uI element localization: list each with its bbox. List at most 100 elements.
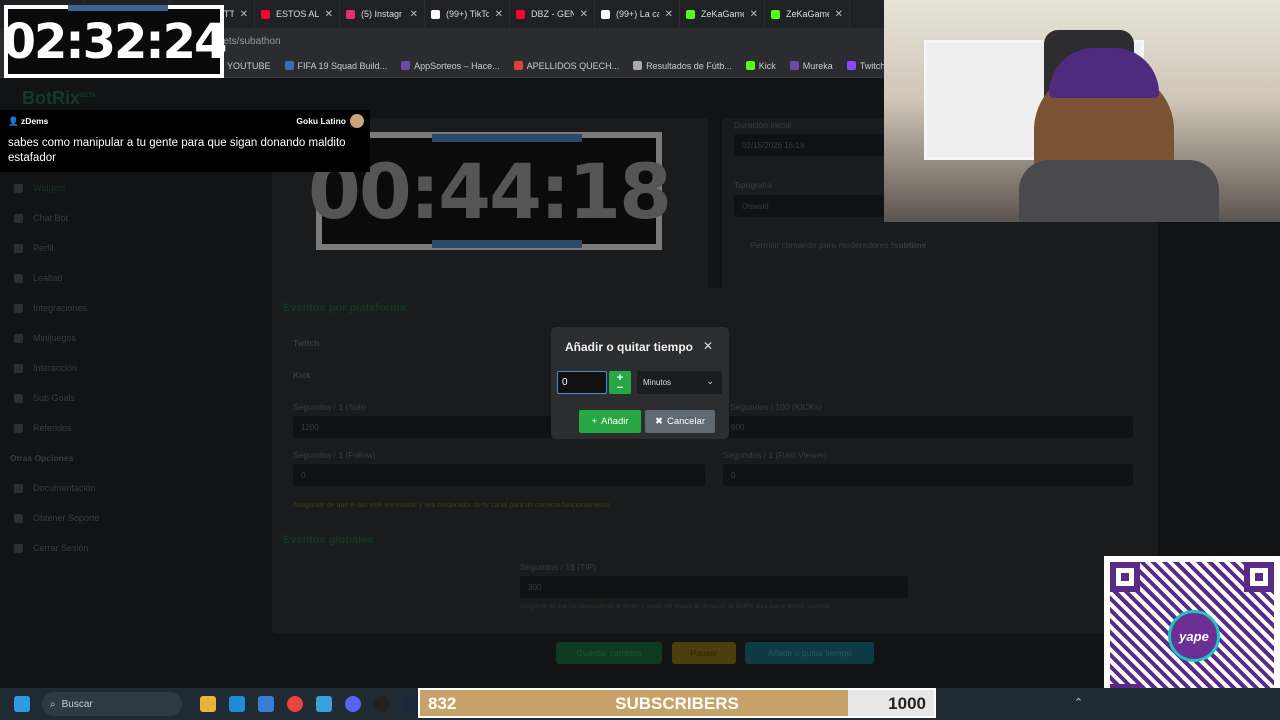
close-icon[interactable]: ✕ — [325, 9, 333, 20]
sidebar-item[interactable]: Cerrar Sesión — [0, 533, 260, 563]
webcam-shirt — [1019, 160, 1219, 222]
bot-warning: Asegúrate de que el bot esté encendido y… — [293, 502, 612, 509]
sidebar-item-label: Sub Goals — [33, 393, 76, 403]
cancel-button[interactable]: ✖ Cancelar — [645, 410, 715, 433]
browser-tab[interactable]: ZeKaGame ✕ — [765, 0, 850, 28]
chat-overlay: 👤 zDems Goku Latino sabes como manipular… — [0, 110, 370, 172]
plus-icon[interactable]: + — [617, 372, 623, 383]
qr-finder — [1110, 562, 1140, 592]
browser-tab[interactable]: ESTOS AL ✕ — [255, 0, 340, 28]
typography-select[interactable]: Oswald — [734, 195, 884, 217]
sidebar-item[interactable]: Chat Bot — [0, 203, 260, 233]
bookmark-item[interactable]: Twitch — [846, 61, 884, 71]
tip-seconds-input[interactable]: 300 — [520, 576, 908, 598]
tray-chevron-icon[interactable]: ⌃ — [1074, 696, 1083, 709]
timer-bar-bottom — [432, 240, 582, 248]
bookmark-item[interactable]: Resultados de Fútb... — [633, 61, 732, 71]
sidebar-item[interactable]: Referidos — [0, 413, 260, 443]
close-icon[interactable]: ✕ — [240, 9, 248, 20]
browser-tab[interactable]: ZeKaGame ✕ — [680, 0, 765, 28]
twitch-section[interactable]: Twitch — [293, 338, 319, 348]
raid-seconds-label: Segundos / 1 (Raid Viewer) — [723, 450, 827, 460]
cancel-button-label: Cancelar — [666, 416, 705, 427]
sidebar-item[interactable]: Minijuegos — [0, 323, 260, 353]
subs-goal: 1000 — [888, 694, 926, 713]
close-icon[interactable]: ✕ — [750, 9, 758, 20]
save-changes-button[interactable]: Guardar cambios — [556, 642, 662, 664]
chat-message: sabes como manipular a tu gente para que… — [8, 137, 346, 164]
chrome-icon[interactable] — [287, 696, 303, 712]
typography-label: Tipografía — [734, 180, 772, 190]
close-icon[interactable]: ✕ — [410, 9, 418, 20]
chat-user: 👤 zDems — [8, 116, 49, 126]
add-remove-time-button[interactable]: Añadir o quitar tiempo — [745, 642, 874, 664]
sidebar-item[interactable]: Documentación — [0, 473, 260, 503]
raid-seconds-input[interactable]: 0 — [723, 464, 1133, 486]
notepad-icon[interactable] — [316, 696, 332, 712]
steam-icon[interactable] — [403, 696, 419, 712]
sidebar-item-icon — [14, 423, 23, 433]
sidebar-item-label: Obtener Soporte — [33, 513, 100, 523]
initial-duration-input[interactable]: 02/15/2026 15:19 — [734, 134, 884, 156]
tab-favicon-icon — [431, 9, 440, 19]
windows-start-icon[interactable] — [14, 696, 30, 712]
tab-favicon-icon — [346, 9, 355, 19]
browser-tab[interactable]: (99+) La ca ✕ — [595, 0, 680, 28]
pause-button[interactable]: Pausar — [672, 642, 736, 664]
add-button[interactable]: + Añadir — [579, 410, 641, 433]
edge-icon[interactable] — [229, 696, 245, 712]
sidebar-item[interactable]: Obtener Soporte — [0, 503, 260, 533]
sidebar-item-label: Cerrar Sesión — [33, 543, 89, 553]
bookmark-item[interactable]: FIFA 19 Squad Build... — [284, 61, 387, 71]
browser-tab[interactable]: DBZ - GEN ✕ — [510, 0, 595, 28]
discord-icon[interactable] — [345, 696, 361, 712]
bookmark-item[interactable]: Kick — [745, 61, 776, 71]
taskbar-search[interactable]: ⌕ Buscar — [42, 692, 182, 716]
kick-section[interactable]: Kick — [293, 370, 311, 380]
browser-tab[interactable]: (5) Instagr ✕ — [340, 0, 425, 28]
sidebar-item[interactable]: Interacción — [0, 353, 260, 383]
sidebar-item-label: Interacción — [33, 363, 78, 373]
sidebar-item-icon — [14, 243, 23, 253]
tab-favicon-icon — [686, 9, 695, 19]
browser-tab[interactable]: (99+) TikTo ✕ — [425, 0, 510, 28]
bookmark-item[interactable]: Mureka — [789, 61, 833, 71]
bookmark-favicon-icon — [401, 61, 411, 70]
time-unit-select[interactable]: Minutos ⌄ — [637, 371, 722, 394]
sidebar-item[interactable]: Sub Goals — [0, 383, 260, 413]
bookmark-item[interactable]: APELLIDOS QUECH... — [513, 61, 619, 71]
close-icon[interactable]: ✕ — [495, 9, 503, 20]
tab-label: (99+) La ca — [616, 9, 659, 19]
tab-label: (5) Instagr — [361, 9, 403, 19]
close-icon[interactable]: ✕ — [835, 9, 843, 20]
botrix-logo: BotRixBETA — [22, 88, 96, 108]
tab-favicon-icon — [516, 9, 525, 19]
file-explorer-icon[interactable] — [200, 696, 216, 712]
close-icon[interactable]: ✕ — [665, 9, 673, 20]
kicks-seconds-input[interactable]: 600 — [723, 416, 1133, 438]
add-remove-time-modal: Añadir o quitar tiempo ✕ 0 + − Minutos ⌄… — [551, 327, 729, 439]
store-icon[interactable] — [258, 696, 274, 712]
close-icon[interactable]: ✕ — [580, 9, 588, 20]
sidebar-item[interactable]: Integraciones — [0, 293, 260, 323]
obs-icon[interactable] — [374, 696, 390, 712]
search-placeholder: Buscar — [61, 698, 93, 710]
subs-seconds-input[interactable]: 1200 — [293, 416, 553, 438]
plus-minus-toggle[interactable]: + − — [609, 371, 631, 394]
close-icon[interactable]: ✕ — [703, 339, 713, 353]
subs-label: SUBSCRIBERS — [615, 694, 739, 713]
bookmark-item[interactable]: AppSorteos – Hace... — [401, 61, 500, 71]
sidebar-item[interactable]: Perfil — [0, 233, 260, 263]
time-amount-input[interactable]: 0 — [557, 371, 607, 394]
sidebar-item[interactable]: Lealtad — [0, 263, 260, 293]
time-unit-value: Minutos — [643, 378, 672, 387]
stream-timer-digits: 02:32:24 — [2, 13, 228, 70]
follow-seconds-input[interactable]: 0 — [293, 464, 705, 486]
sidebar-item[interactable]: Widgets — [0, 173, 260, 203]
minus-icon[interactable]: − — [617, 382, 623, 393]
sidebar-item-icon — [14, 363, 23, 373]
mod-command-label: Permitir comando para moderadores !subti… — [750, 240, 927, 250]
search-icon: ⌕ — [50, 698, 56, 710]
stream-timer-overlay: 02:32:24 — [2, 5, 228, 78]
sidebar-item-icon — [14, 483, 23, 493]
